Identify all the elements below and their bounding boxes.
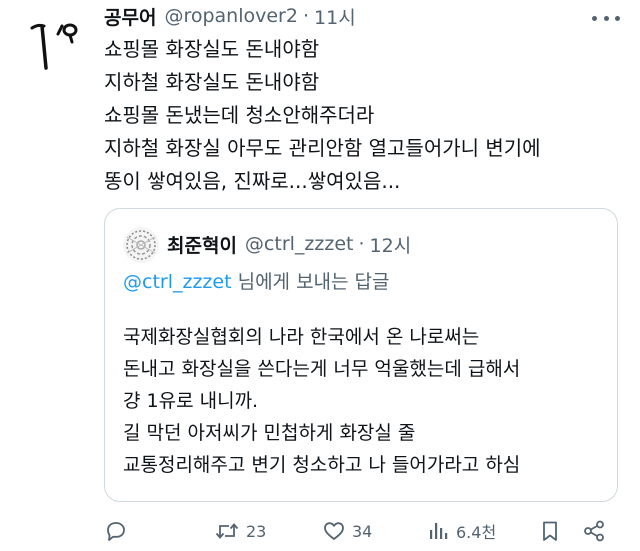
quoted-tweet[interactable]: 최준혁이 @ctrl_zzzet · 12시 @ctrl_zzzet 님에게 보… [104, 208, 618, 502]
quoted-header: 최준혁이 @ctrl_zzzet · 12시 [167, 229, 411, 259]
quoted-line: 교통정리해주고 변기 청소하고 나 들어가라고 하심 [123, 454, 521, 476]
author-avatar[interactable] [20, 8, 84, 72]
share-icon [584, 520, 604, 542]
replying-to-line: @ctrl_zzzet 님에게 보내는 답글 [123, 267, 390, 294]
quoted-line: 국제화장실협회의 나라 한국에서 온 나로써는 [123, 326, 480, 348]
action-bar: 23 34 6.4천 [104, 516, 624, 546]
quoted-author-avatar [123, 227, 159, 263]
tweet-header: 공무어 @ropanlover2 · 11시 [104, 2, 604, 30]
views-count: 6.4천 [456, 523, 497, 542]
tweet-timestamp[interactable]: 11시 [314, 3, 356, 30]
reply-button[interactable] [104, 516, 128, 546]
retweet-button[interactable]: 23 [214, 516, 266, 546]
tweet-line: 지하철 화장실 아무도 관리안함 열고들어가니 변기에 [104, 136, 541, 160]
quoted-text: 국제화장실협회의 나라 한국에서 온 나로써는 돈내고 화장실을 쓴다는게 너무… [123, 321, 613, 481]
more-dot-icon [592, 15, 597, 21]
tweet-line: 쇼핑몰 돈냈는데 청소안해주더라 [104, 103, 375, 127]
more-dot-icon [615, 15, 620, 21]
retweet-icon [215, 523, 239, 539]
tweet-line: 지하철 화장실도 돈내야함 [104, 70, 320, 94]
views-button[interactable]: 6.4천 [426, 516, 496, 546]
tweet-line: 쇼핑몰 화장실도 돈내야함 [104, 37, 320, 61]
heart-icon [324, 522, 344, 540]
quoted-separator: · [358, 233, 365, 255]
quoted-line: 걍 1유로 내니까. [123, 390, 259, 412]
like-button[interactable]: 34 [322, 516, 372, 546]
quoted-line: 길 막던 아저씨가 민첩하게 화장실 줄 [123, 422, 416, 444]
more-dot-icon [603, 15, 609, 21]
like-count: 34 [352, 521, 373, 541]
author-handle[interactable]: @ropanlover2 [164, 5, 298, 27]
avatar-doodle-icon [30, 23, 78, 70]
views-chart-icon [430, 523, 448, 539]
bookmark-icon [543, 521, 557, 541]
reply-mention-link[interactable]: @ctrl_zzzet [123, 271, 232, 293]
reply-icon [107, 522, 125, 541]
quoted-author-handle[interactable]: @ctrl_zzzet [245, 233, 354, 255]
bookmark-button[interactable] [538, 516, 562, 546]
tweet-line: 똥이 쌓여있음, 진짜로...쌓여있음... [104, 169, 401, 193]
more-options-button[interactable] [592, 8, 620, 28]
quoted-timestamp[interactable]: 12시 [370, 231, 412, 258]
lace-pattern-icon [126, 230, 156, 260]
reply-suffix: 님에게 보내는 답글 [231, 271, 390, 293]
header-separator: · [302, 5, 310, 27]
tweet-text: 쇼핑몰 화장실도 돈내야함 지하철 화장실도 돈내야함 쇼핑몰 돈냈는데 청소안… [104, 33, 624, 198]
retweet-count: 23 [246, 521, 267, 541]
author-name[interactable]: 공무어 [104, 3, 156, 30]
quoted-author-name[interactable]: 최준혁이 [167, 231, 237, 258]
share-button[interactable] [582, 516, 606, 546]
quoted-line: 돈내고 화장실을 쓴다는게 너무 억울했는데 급해서 [123, 358, 521, 380]
